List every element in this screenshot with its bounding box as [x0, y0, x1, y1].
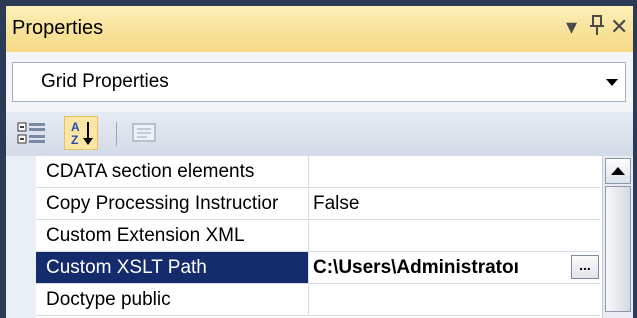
property-name: CDATA section elements [36, 156, 309, 187]
window-menu-dropdown-icon[interactable]: ▾ [566, 14, 577, 40]
pin-icon[interactable] [590, 14, 604, 42]
property-value[interactable] [313, 220, 600, 251]
toolbar-separator [116, 122, 117, 146]
categorized-view-button[interactable] [15, 116, 49, 150]
property-row[interactable]: Copy Processing Instructior False [36, 188, 600, 220]
property-row[interactable]: CDATA section elements [36, 156, 600, 188]
close-icon[interactable]: ✕ [610, 14, 628, 40]
vertical-scrollbar[interactable] [602, 156, 633, 318]
grid-gutter [6, 156, 36, 318]
property-pages-icon [132, 123, 156, 142]
property-row-selected[interactable]: Custom XSLT Path C:\Users\Administratoı … [36, 252, 600, 284]
alphabetical-sort-button[interactable]: A Z [64, 116, 98, 150]
object-selector-combo[interactable]: Grid Properties [12, 62, 626, 102]
object-selector-value: Grid Properties [41, 71, 169, 92]
scroll-thumb[interactable] [605, 186, 631, 312]
scroll-up-button[interactable] [605, 158, 631, 184]
property-name: Doctype public [36, 284, 309, 315]
property-grid: CDATA section elements Copy Processing I… [6, 156, 633, 318]
properties-toolbar: A Z [6, 112, 633, 156]
property-name: Custom Extension XML [36, 220, 309, 251]
arrow-up-icon [611, 167, 625, 175]
properties-window: Properties ▾ ✕ Grid Properties A Z CDATA… [6, 6, 633, 318]
property-value[interactable] [313, 156, 600, 187]
sort-az-icon: A Z [71, 120, 93, 147]
window-title: Properties [12, 17, 104, 39]
browse-ellipsis-button[interactable]: ... [571, 255, 599, 279]
title-bar: Properties ▾ ✕ [6, 6, 633, 52]
categorized-view-icon [17, 122, 45, 144]
pin-glyph [590, 15, 604, 35]
property-value[interactable] [313, 284, 600, 315]
svg-text:A: A [71, 120, 80, 134]
property-name: Copy Processing Instructior [36, 188, 309, 219]
chevron-down-icon[interactable] [601, 65, 623, 99]
property-value[interactable]: C:\Users\Administratoı [313, 252, 563, 283]
property-row[interactable]: Doctype public [36, 284, 600, 316]
property-pages-button[interactable] [128, 116, 162, 150]
property-row[interactable]: Custom Extension XML [36, 220, 600, 252]
object-selector-area: Grid Properties [6, 52, 633, 112]
property-value[interactable]: False [313, 188, 600, 219]
svg-text:Z: Z [71, 133, 78, 147]
property-name: Custom XSLT Path [36, 252, 309, 283]
